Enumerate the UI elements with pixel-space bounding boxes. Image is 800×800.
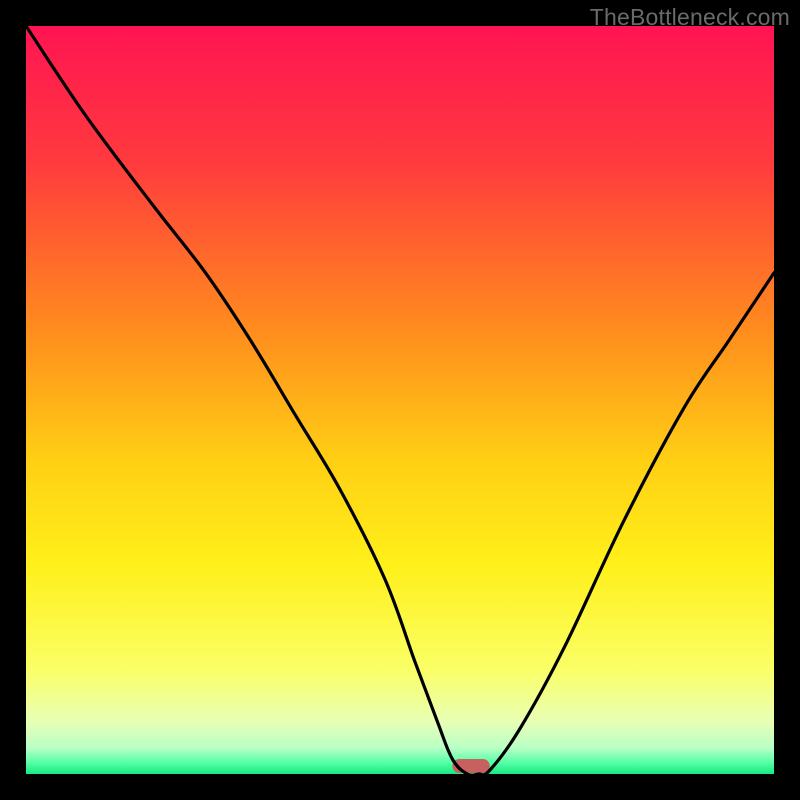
plot-area xyxy=(26,26,774,774)
chart-frame: TheBottleneck.com xyxy=(0,0,800,800)
gradient-background xyxy=(26,26,774,774)
bottleneck-chart xyxy=(26,26,774,774)
watermark-text: TheBottleneck.com xyxy=(590,4,790,31)
